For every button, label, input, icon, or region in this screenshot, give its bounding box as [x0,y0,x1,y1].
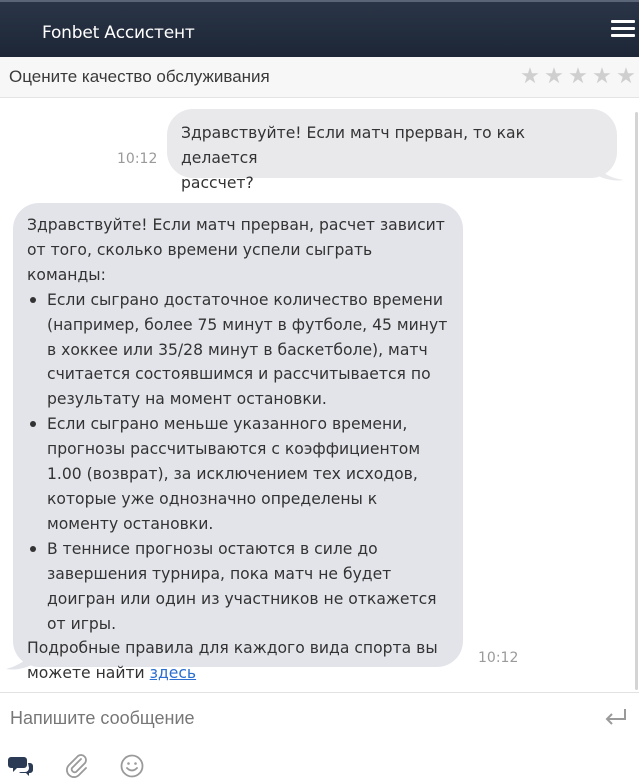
user-message-line: Здравствуйте! Если матч прерван, то как … [181,124,525,167]
app-header: Fonbet Ассистент [0,0,639,57]
bullet-line: 1.00 (возврат), за исключением тех исход… [47,465,418,484]
bot-outro-text: можете найти [27,664,150,683]
star-icon-5[interactable]: ★ [615,66,637,88]
user-message-bubble: Здравствуйте! Если матч прерван, то как … [167,109,617,192]
bullet-line: результату на момент остановки. [47,390,327,409]
user-message-line: рассчет? [181,174,254,192]
user-message-time: 10:12 [117,151,158,167]
star-icon-4[interactable]: ★ [591,66,613,88]
bullet-line: считается состоявшимся и рассчитывается … [47,365,431,384]
bot-bullet-list: Если сыграно достаточное количество врем… [27,288,455,637]
rating-bar: Оцените качество обслуживания ★ ★ ★ ★ ★ [0,57,639,98]
bot-outro-line: Подробные правила для каждого вида спорт… [27,639,438,658]
bullet-line: В теннисе прогнозы остаются в силе до [47,539,378,558]
paperclip-icon[interactable] [64,753,90,779]
bot-outro-line: можете найти здесь [27,661,455,686]
bullet-line: Если сыграно достаточное количество врем… [47,290,443,309]
star-icon-3[interactable]: ★ [567,66,589,88]
chat-history: 10:12 Здравствуйте! Если матч прерван, т… [0,98,639,692]
bullet-line: (например, более 75 минут в футболе, 45 … [47,315,448,334]
rules-link[interactable]: здесь [150,664,196,682]
smiley-icon[interactable] [119,753,145,779]
bullet-line: доигран или один из участников не откаже… [47,589,437,608]
send-icon[interactable] [603,707,629,727]
bot-bullet-item: Если сыграно достаточное количество врем… [27,288,455,413]
bullet-line: от игры. [47,614,117,633]
app-title: Fonbet Ассистент [42,23,195,43]
bullet-line: Если сыграно меньше указанного времени, [47,415,408,434]
bullet-line: в хоккее или 35/28 минут в баскетболе), … [47,340,428,359]
bullet-line: прогнозы рассчитываются с коэффициентом [47,440,421,459]
bot-intro-line: Здравствуйте! Если матч прерван, расчет … [27,216,445,234]
hamburger-menu-icon[interactable] [611,20,635,40]
chat-bubbles-icon[interactable] [8,753,34,779]
bot-intro-line: от того, сколько времени успели сыграть … [27,240,373,284]
bot-message-bubble: Здравствуйте! Если матч прерван, расчет … [13,203,463,682]
bot-bullet-item: Если сыграно меньше указанного времени, … [27,412,455,537]
chat-scrollbar-thumb[interactable] [635,112,638,690]
rating-stars: ★ ★ ★ ★ ★ [519,66,639,88]
rating-label: Оцените качество обслуживания [9,67,270,86]
star-icon-2[interactable]: ★ [543,66,565,88]
message-input[interactable] [10,703,570,733]
bot-message-time: 10:12 [478,650,519,666]
bullet-line: моменту остановки. [47,514,214,533]
bullet-line: завершения турнира, пока матч не будет [47,564,392,583]
star-icon-1[interactable]: ★ [519,66,541,88]
bullet-line: которые уже однозначно определены к [47,489,378,508]
bot-bullet-item: В теннисе прогнозы остаются в силе до за… [27,537,455,637]
message-composer [0,692,639,784]
